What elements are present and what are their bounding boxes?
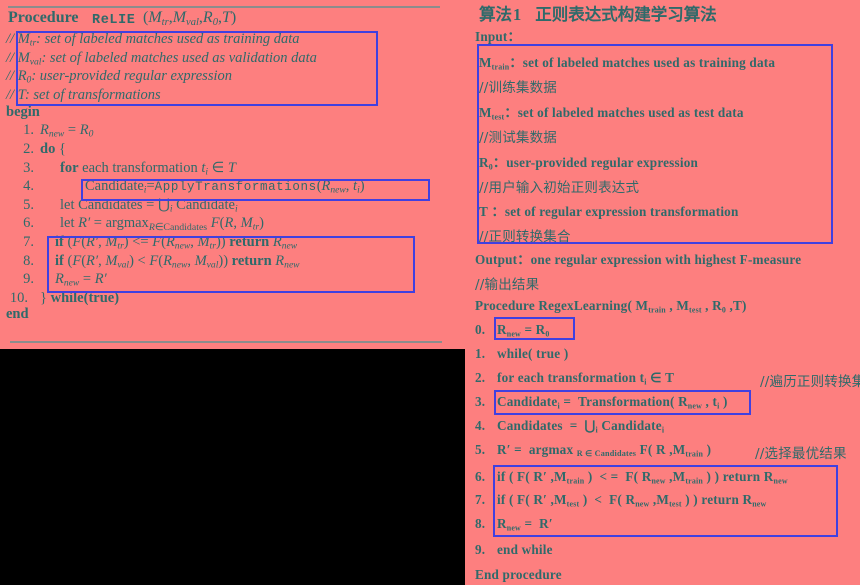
relie-title-args: (Mtr,Mval,R0,T): [143, 9, 237, 28]
relie-line-2-body: do {: [40, 140, 66, 157]
right-panel-title: 算法1 正则表达式构建学习算法: [479, 1, 717, 25]
right-line-6: 6. if ( F( R′ ,Mtrain ) < = F( Rnew ,Mtra…: [475, 469, 788, 485]
relie-line-9-num: 9.: [23, 271, 34, 288]
relie-line-10-body: } while(true): [40, 289, 120, 306]
right-line-4-num: 4.: [475, 418, 486, 433]
right-input-item-3-cn-text: //用户输入初始正则表达式: [479, 180, 640, 196]
right-output-cn-text: //输出结果: [475, 277, 540, 293]
left-algorithm-panel: Procedure ReLIE (Mtr,Mval,R0,T) // Mtr: …: [0, 0, 465, 585]
right-line-7-body: if ( F( R′ ,Mtest ) < F( Rnew ,Mtest ) )…: [497, 492, 767, 509]
relie-end-label: end: [6, 306, 29, 323]
right-title-label: 算法: [479, 5, 512, 24]
right-algorithm-panel: 算法1 正则表达式构建学习算法 Input： Mtrain：set of labe…: [465, 0, 860, 585]
right-line-3-num: 3.: [475, 394, 486, 409]
relie-line-8: 8. if (F(R′, Mval) < F(Rnew, Mval)) retu…: [0, 252, 465, 271]
right-line-1: 1. while( true ): [475, 346, 568, 362]
relie-begin-label: begin: [6, 104, 40, 121]
right-line-1-num: 1.: [475, 346, 486, 361]
right-input-item-4-en: T ：set of regular expression transformat…: [479, 204, 739, 219]
relie-title-name: ReLIE: [92, 13, 136, 28]
right-line-6-body: if ( F( R′ ,Mtrain ) < = F( Rnew ,Mtrain…: [497, 469, 788, 486]
right-output-label: Output：one regular expression with highe…: [475, 249, 801, 268]
right-input-item-3-cn: //用户输入初始正则表达式: [479, 176, 639, 196]
right-line-5-num: 5.: [475, 442, 486, 457]
right-line-5: 5. R′ = argmax R ∈ Candidates F( R ,Mtrai…: [475, 442, 711, 458]
right-end-procedure: End procedure: [475, 567, 562, 583]
relie-line-3-num: 3.: [23, 159, 34, 176]
relie-line-4-num: 4.: [23, 178, 34, 195]
right-line-9: 9. end while: [475, 542, 553, 558]
right-output-cn: //输出结果: [475, 273, 539, 293]
right-line-2-comment: //遍历正则转换集合: [760, 370, 860, 390]
right-line-3: 3. Candidatei = Transformation( Rnew , ti…: [475, 394, 728, 410]
right-procedure-signature: Procedure RegexLearning( Mtrain , Mtest …: [475, 298, 747, 315]
right-line-8: 8. Rnew = R′: [475, 516, 553, 532]
relie-line-3: 3. for each transformation ti ∈ T: [0, 159, 465, 178]
right-title-number: 1: [513, 5, 522, 24]
relie-line-6-num: 6.: [23, 215, 34, 232]
right-input-item-1-en: Mtrain：set of labeled matches used as tr…: [479, 55, 776, 72]
right-input-item-2-en: Mtest：set of labeled matches used as tes…: [479, 105, 744, 122]
right-line-5-comment-text: //选择最优结果: [755, 446, 847, 462]
relie-title-row: Procedure ReLIE (Mtr,Mval,R0,T): [0, 9, 465, 30]
relie-comment-row-4: // T: set of transformations: [0, 86, 465, 105]
right-line-4-body: Candidates = ⋃i Candidatei: [497, 418, 665, 435]
relie-line-7-num: 7.: [23, 233, 34, 250]
left-top-rule: [8, 6, 440, 8]
right-line-7-num: 7.: [475, 492, 486, 507]
relie-line-5-num: 5.: [23, 196, 34, 213]
relie-line-2: 2. do {: [0, 140, 465, 159]
right-title-subtitle: 正则表达式构建学习算法: [535, 5, 717, 24]
right-line-7: 7. if ( F( R′ ,Mtest ) < F( Rnew ,Mtest )…: [475, 492, 766, 508]
relie-pseudocode: Procedure ReLIE (Mtr,Mval,R0,T) // Mtr: …: [0, 9, 465, 324]
right-line-5-comment: //选择最优结果: [755, 442, 847, 462]
right-line-2-comment-text: //遍历正则转换集合: [760, 374, 860, 390]
right-input-item-4-cn-text: //正则转换集合: [479, 229, 571, 245]
relie-comment-row-1: // Mtr: set of labeled matches used as t…: [0, 30, 465, 49]
right-input-item-3-en: R0：user-provided regular expression: [479, 155, 699, 172]
right-input-item-4-cn: //正则转换集合: [479, 225, 571, 245]
right-end-procedure-text: End procedure: [475, 567, 562, 582]
right-line-2: 2. for each transformation ti ∈ T: [475, 370, 674, 386]
relie-line-9: 9. Rnew = R′: [0, 270, 465, 289]
right-line-2-num: 2.: [475, 370, 486, 385]
right-line-9-body: end while: [497, 542, 553, 557]
right-input-item-2-cn-text: //测试集数据: [479, 130, 557, 146]
relie-end-row: end: [0, 306, 465, 324]
right-output-label-text: Output：one regular expression with highe…: [475, 252, 802, 267]
relie-line-2-num: 2.: [23, 140, 34, 157]
relie-comment-row-3: // R0: user-provided regular expression: [0, 67, 465, 86]
occluded-black-region: [0, 349, 465, 585]
right-input-label: Input：: [475, 26, 521, 45]
relie-title-prefix: Procedure: [8, 9, 79, 26]
relie-begin-row: begin: [0, 104, 465, 121]
right-line-9-num: 9.: [475, 542, 486, 557]
right-input-item-1-cn-text: //训练集数据: [479, 80, 557, 96]
relie-line-4: 4. Candidatei=ApplyTransformations(Rnew,…: [0, 177, 465, 196]
right-line-8-num: 8.: [475, 516, 486, 531]
relie-comment-4: // T: set of transformations: [6, 86, 161, 103]
relie-line-1-num: 1.: [23, 122, 34, 139]
right-line-4: 4. Candidates = ⋃i Candidatei: [475, 418, 664, 434]
right-line-3-body: Candidatei = Transformation( Rnew , ti ): [497, 394, 728, 411]
right-input-item-1-cn: //训练集数据: [479, 76, 557, 96]
relie-line-10: 10. } while(true): [0, 289, 465, 308]
right-line-1-body: while( true ): [497, 346, 569, 361]
relie-line-8-num: 8.: [23, 252, 34, 269]
right-line-6-num: 6.: [475, 469, 486, 484]
relie-line-1: 1. Rnew = R0: [0, 121, 465, 140]
right-line-0-body: Rnew = R0: [497, 322, 550, 339]
relie-line-7: 7. if (F(R′, Mtr) <= F(Rnew, Mtr)) retur…: [0, 233, 465, 252]
right-line-8-body: Rnew = R′: [497, 516, 553, 533]
right-line-5-body: R′ = argmax R ∈ Candidates F( R ,Mtrain …: [497, 442, 712, 459]
right-input-item-2-cn: //测试集数据: [479, 126, 557, 146]
right-line-2-body: for each transformation ti ∈ T: [497, 370, 675, 387]
right-line-0-num: 0.: [475, 322, 486, 337]
relie-line-5: 5. let Candidates = ⋃i Candidatei: [0, 196, 465, 215]
relie-comment-row-2: // Mval: set of labeled matches used as …: [0, 49, 465, 68]
left-bottom-rule: [10, 341, 442, 343]
right-line-0: 0. Rnew = R0: [475, 322, 550, 338]
relie-line-6: 6. let R′ = argmaxR∈Candidates F(R, Mtr): [0, 214, 465, 233]
right-input-label-text: Input：: [475, 29, 521, 44]
